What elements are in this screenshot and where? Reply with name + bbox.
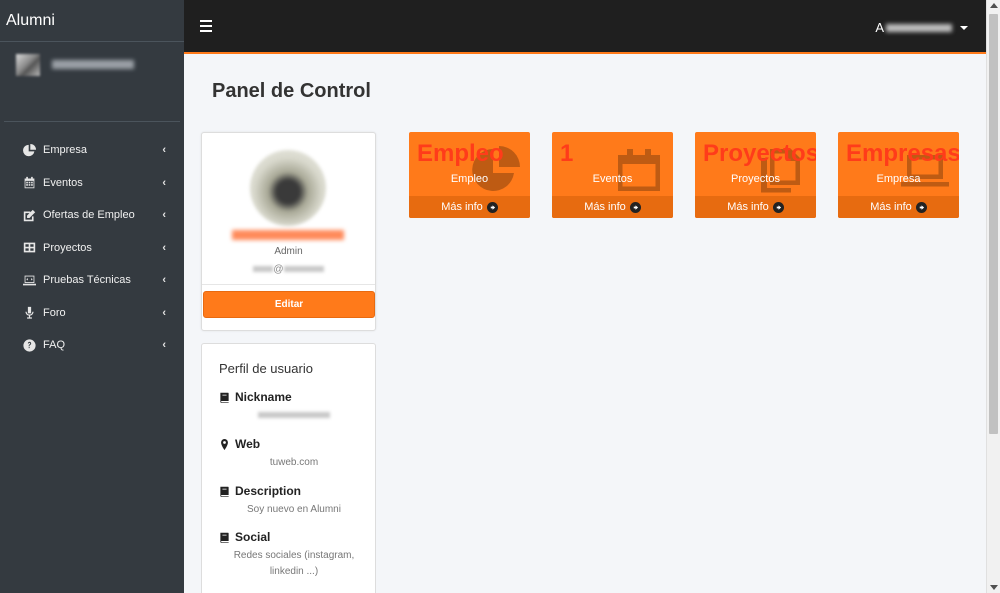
stat-value: Empresas	[846, 140, 959, 167]
microphone-icon	[22, 306, 36, 320]
sidebar-item-foro[interactable]: Foro ‹	[0, 297, 184, 330]
scroll-up-arrow-icon[interactable]	[990, 3, 998, 8]
web-field: Web tuweb.com	[219, 437, 369, 471]
description-label: Description	[235, 484, 302, 498]
stat-box-eventos: 1 Eventos Más info	[552, 132, 673, 218]
chevron-left-icon: ‹	[162, 241, 166, 254]
more-info-text: Más info	[727, 201, 769, 213]
social-value: Redes sociales (instagram, linkedin ...)	[233, 550, 355, 577]
user-menu-name: A	[875, 20, 884, 35]
more-info-text: Más info	[441, 201, 483, 213]
arrow-circle-right-icon	[486, 201, 498, 213]
profile-card: Admin @ Editar	[201, 132, 376, 331]
social-field: Social Redes sociales (instagram, linked…	[219, 530, 369, 580]
sidebar-user-panel[interactable]	[4, 42, 180, 122]
nickname-value-redacted	[258, 412, 330, 418]
email-domain-redacted	[283, 266, 324, 273]
calendar-icon	[22, 176, 36, 190]
profile-role: Admin	[274, 246, 303, 257]
menu-toggle-icon[interactable]	[200, 20, 212, 32]
stat-box-empresas: Empresas Empresa Más info	[838, 132, 959, 218]
stat-value: Proyectos	[703, 140, 816, 167]
edit-button[interactable]: Editar	[203, 291, 375, 318]
sidebar-nav: Empresa ‹ Eventos ‹ Ofertas de Empleo ‹ …	[0, 134, 184, 362]
calendar-icon	[615, 146, 663, 194]
sidebar-item-label: Empresa	[43, 144, 88, 157]
arrow-circle-right-icon	[915, 201, 927, 213]
chevron-left-icon: ‹	[162, 306, 166, 319]
sidebar-item-label: Ofertas de Empleo	[43, 209, 135, 222]
topbar: A	[184, 0, 986, 54]
stat-value: 1	[560, 140, 574, 167]
sidebar-item-faq[interactable]: FAQ ‹	[0, 329, 184, 362]
chevron-left-icon: ‹	[162, 144, 166, 157]
stat-value: Empleo	[417, 140, 504, 167]
web-label: Web	[235, 437, 261, 451]
stat-label: Proyectos	[731, 173, 780, 185]
more-info-text: Más info	[584, 201, 626, 213]
sidebar-item-pruebas-tecnicas[interactable]: Pruebas Técnicas ‹	[0, 264, 184, 297]
divider	[202, 284, 375, 285]
more-info-link[interactable]: Más info	[838, 196, 959, 218]
email-user-redacted	[253, 266, 274, 273]
arrow-circle-right-icon	[772, 201, 784, 213]
stat-box-empleo: Empleo Empleo Más info	[409, 132, 530, 218]
stat-label: Empleo	[450, 173, 489, 185]
sidebar-item-ofertas-de-empleo[interactable]: Ofertas de Empleo ‹	[0, 199, 184, 232]
nickname-field: Nickname	[219, 390, 369, 424]
page-title: Panel de Control	[212, 80, 371, 102]
sidebar-item-label: Foro	[43, 306, 66, 319]
nickname-label: Nickname	[235, 390, 292, 404]
sidebar-item-empresa[interactable]: Empresa ‹	[0, 134, 184, 167]
sidebar-item-label: Proyectos	[43, 241, 92, 254]
description-field: Description Soy nuevo en Alumni	[219, 484, 369, 518]
book-icon	[220, 532, 229, 543]
scroll-down-arrow-icon[interactable]	[990, 585, 998, 590]
question-circle-icon	[22, 338, 36, 352]
more-info-link[interactable]: Más info	[409, 196, 530, 218]
laptop-code-icon	[22, 273, 36, 287]
social-label: Social	[235, 530, 271, 544]
sidebar-item-label: Pruebas Técnicas	[43, 274, 131, 287]
profile-name-redacted	[232, 230, 344, 240]
stat-box-proyectos: Proyectos Proyectos Más info	[695, 132, 816, 218]
chevron-left-icon: ‹	[162, 176, 166, 189]
brand-logo[interactable]: Alumni	[0, 0, 184, 42]
book-icon	[220, 392, 229, 403]
user-menu-dropdown[interactable]: A	[875, 20, 968, 35]
web-value: tuweb.com	[269, 457, 319, 468]
chevron-left-icon: ‹	[162, 274, 166, 287]
scrollbar-thumb[interactable]	[989, 14, 998, 434]
arrow-circle-right-icon	[629, 201, 641, 213]
grid-icon	[22, 241, 36, 255]
pie-chart-icon	[22, 143, 36, 157]
user-profile-card: Perfil de usuario Nickname Web tuweb.com…	[201, 343, 376, 593]
avatar	[16, 54, 40, 76]
stat-label: Eventos	[592, 173, 633, 185]
sidebar-item-label: FAQ	[43, 339, 66, 352]
user-profile-title: Perfil de usuario	[219, 361, 313, 376]
sidebar-item-eventos[interactable]: Eventos ‹	[0, 167, 184, 200]
vertical-scrollbar[interactable]	[986, 0, 1000, 593]
sidebar-user-name	[52, 60, 134, 69]
stat-label: Empresa	[876, 173, 921, 185]
sidebar-item-proyectos[interactable]: Proyectos ‹	[0, 232, 184, 265]
chevron-left-icon: ‹	[162, 339, 166, 352]
description-value: Soy nuevo en Alumni	[247, 504, 341, 515]
caret-down-icon	[960, 25, 968, 30]
user-menu-name-redacted	[886, 23, 952, 32]
sidebar-item-label: Eventos	[43, 176, 83, 189]
more-info-text: Más info	[870, 201, 912, 213]
profile-email: @	[202, 264, 375, 275]
more-info-link[interactable]: Más info	[695, 196, 816, 218]
edit-icon	[22, 208, 36, 222]
map-marker-icon	[221, 438, 228, 450]
email-at: @	[273, 264, 284, 275]
sidebar: Alumni Empresa ‹ Eventos ‹ Ofertas de Em…	[0, 0, 184, 593]
more-info-link[interactable]: Más info	[552, 196, 673, 218]
avatar	[250, 150, 326, 226]
chevron-left-icon: ‹	[162, 209, 166, 222]
book-icon	[220, 486, 229, 497]
